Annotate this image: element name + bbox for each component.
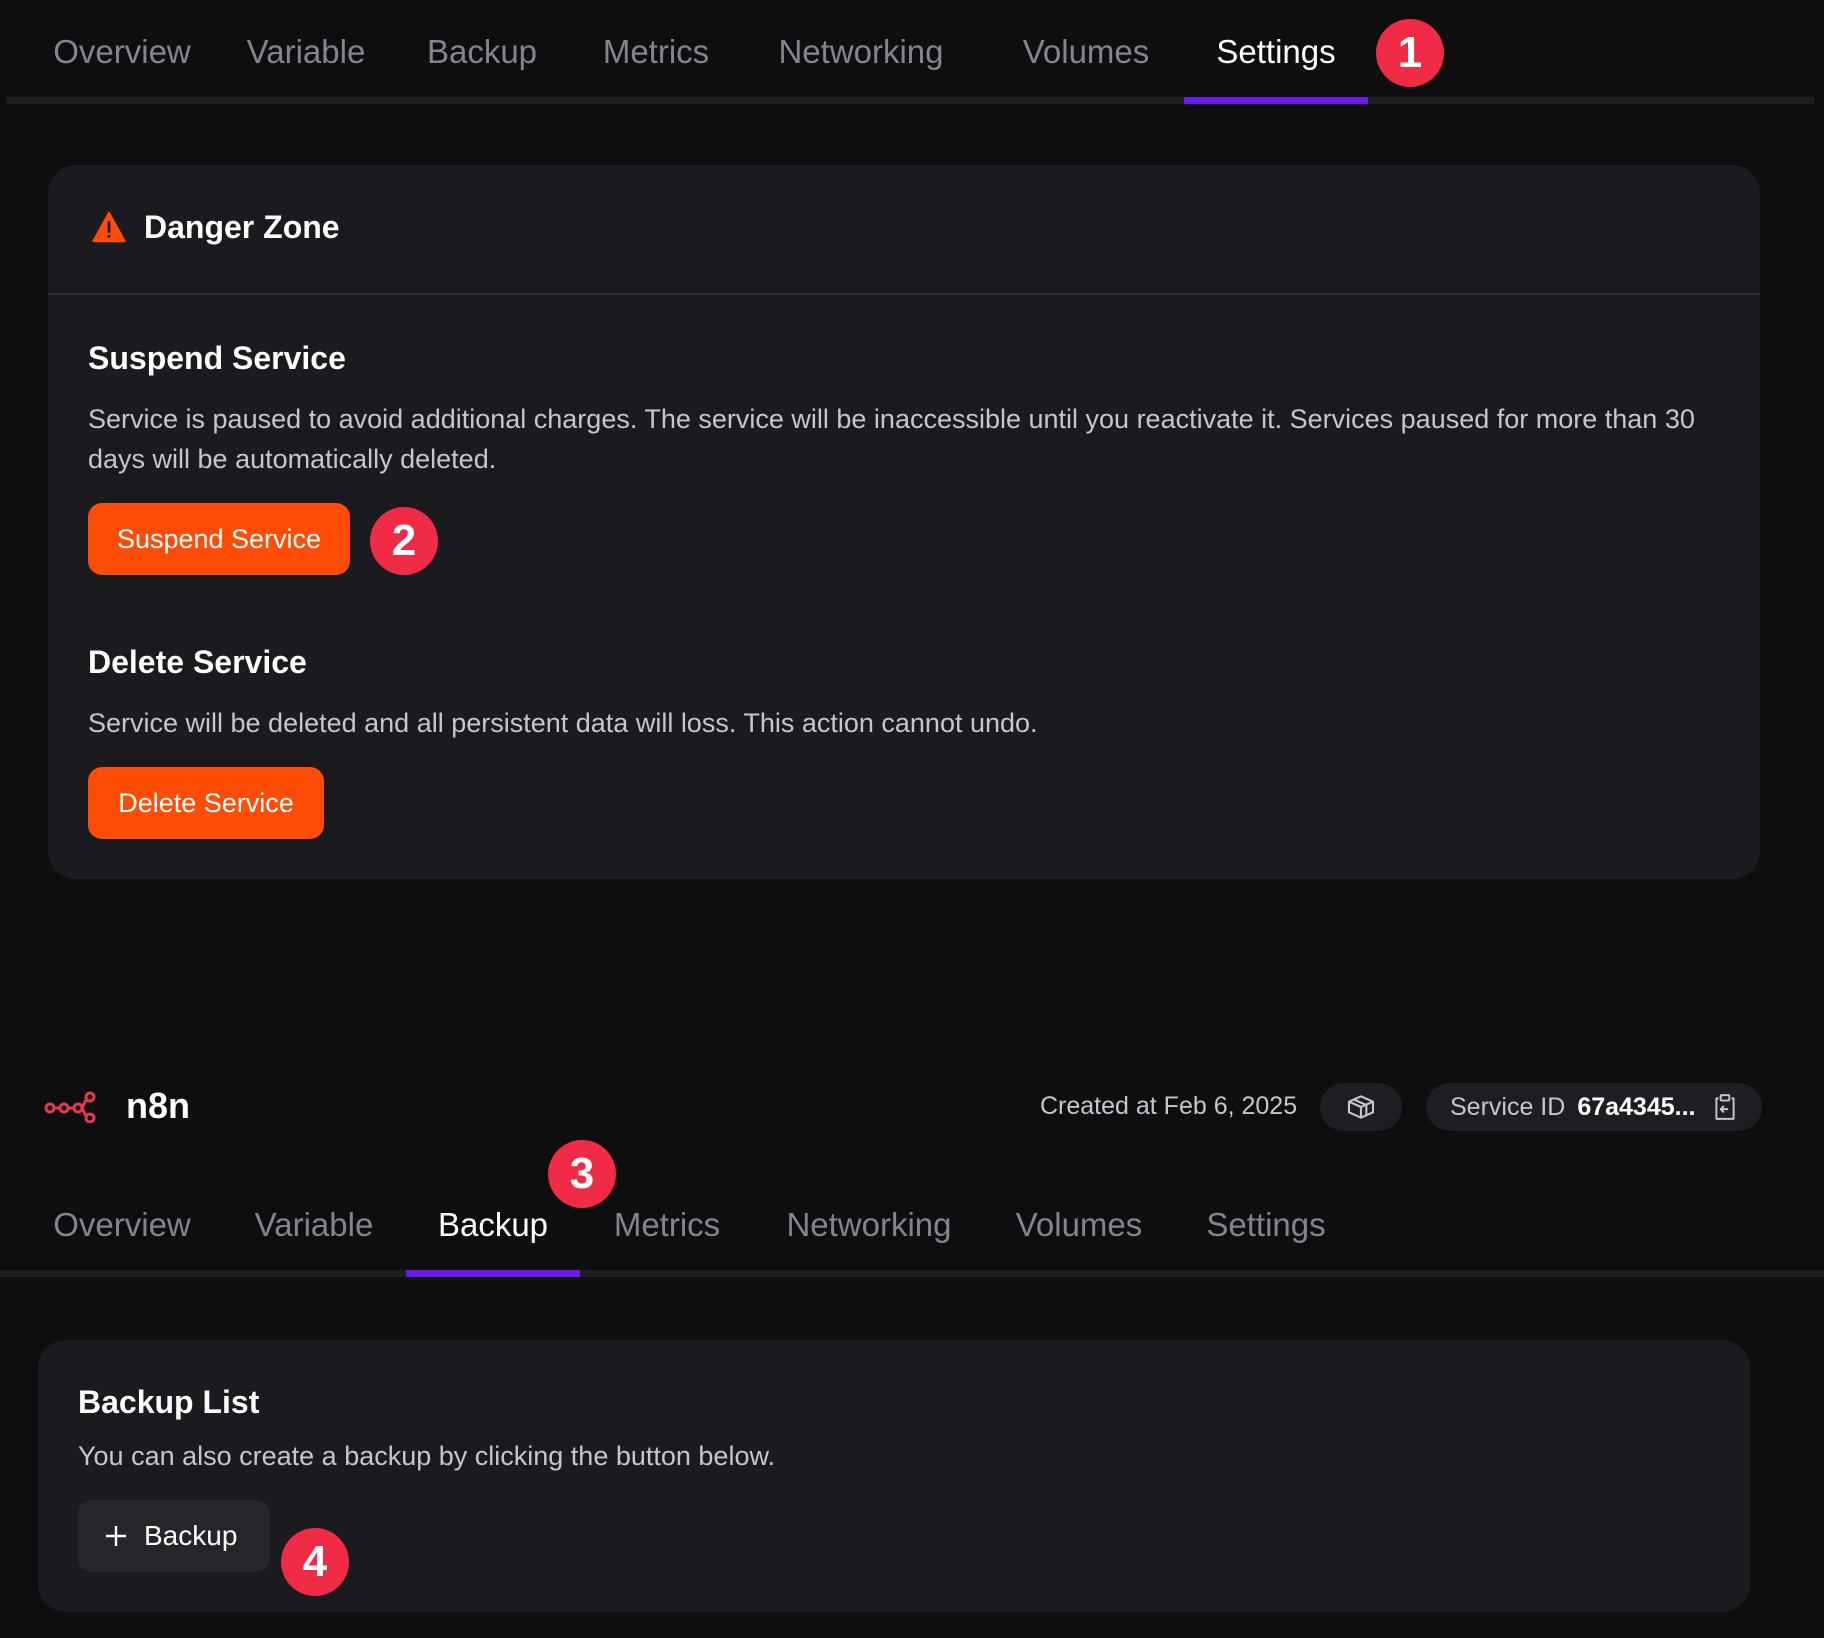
service-id-value: 67a4345... xyxy=(1577,1092,1696,1121)
add-backup-button[interactable]: Backup xyxy=(78,1500,270,1572)
tab-networking[interactable]: Networking xyxy=(766,0,956,104)
plus-icon xyxy=(106,1526,126,1546)
service-id-label: Service ID xyxy=(1450,1092,1566,1121)
backup-list-description: You can also create a backup by clicking… xyxy=(78,1441,775,1471)
service-id-chip[interactable]: Service ID 67a4345... xyxy=(1426,1083,1762,1131)
tab-variable[interactable]: Variable xyxy=(244,1173,384,1277)
top-tab-bar: Overview Variable Backup Metrics Network… xyxy=(6,0,1814,104)
tab-volumes[interactable]: Volumes xyxy=(1006,0,1166,104)
tab-overview[interactable]: Overview xyxy=(46,1173,198,1277)
danger-zone-card: Danger Zone Suspend Service Service is p… xyxy=(48,165,1760,879)
add-backup-label: Backup xyxy=(144,1520,238,1551)
step-marker-4: 4 xyxy=(281,1528,349,1596)
created-date: Created at Feb 6, 2025 xyxy=(1040,1092,1298,1120)
card-divider xyxy=(48,293,1760,295)
tab-networking[interactable]: Networking xyxy=(774,1173,964,1277)
suspend-service-heading: Suspend Service xyxy=(88,340,346,376)
tab-backup[interactable]: Backup xyxy=(412,0,552,104)
tab-settings[interactable]: Settings xyxy=(1184,0,1368,104)
copy-icon[interactable] xyxy=(1712,1093,1738,1121)
tab-settings[interactable]: Settings xyxy=(1198,1173,1334,1277)
tab-volumes[interactable]: Volumes xyxy=(1006,1173,1152,1277)
suspend-service-description: Service is paused to avoid additional ch… xyxy=(88,404,1695,474)
n8n-logo-icon xyxy=(44,1091,96,1123)
bottom-tab-bar: Overview Variable Backup Metrics Network… xyxy=(0,1173,1824,1277)
warning-icon xyxy=(92,211,126,243)
suspend-service-button[interactable]: Suspend Service xyxy=(88,503,350,575)
step-marker-2: 2 xyxy=(370,507,438,575)
cube-icon xyxy=(1347,1095,1375,1119)
backup-list-title: Backup List xyxy=(78,1384,260,1420)
step-marker-1: 1 xyxy=(1376,19,1444,87)
danger-zone-title: Danger Zone xyxy=(144,209,340,245)
service-name: n8n xyxy=(126,1085,191,1126)
tab-metrics[interactable]: Metrics xyxy=(586,0,726,104)
delete-service-description: Service will be deleted and all persiste… xyxy=(88,708,1038,738)
tab-metrics[interactable]: Metrics xyxy=(600,1173,734,1277)
tab-overview[interactable]: Overview xyxy=(42,0,202,104)
tab-variable[interactable]: Variable xyxy=(236,0,376,104)
delete-service-heading: Delete Service xyxy=(88,644,307,680)
delete-service-button[interactable]: Delete Service xyxy=(88,767,324,839)
cube-button[interactable] xyxy=(1320,1083,1402,1131)
step-marker-3: 3 xyxy=(548,1140,616,1208)
